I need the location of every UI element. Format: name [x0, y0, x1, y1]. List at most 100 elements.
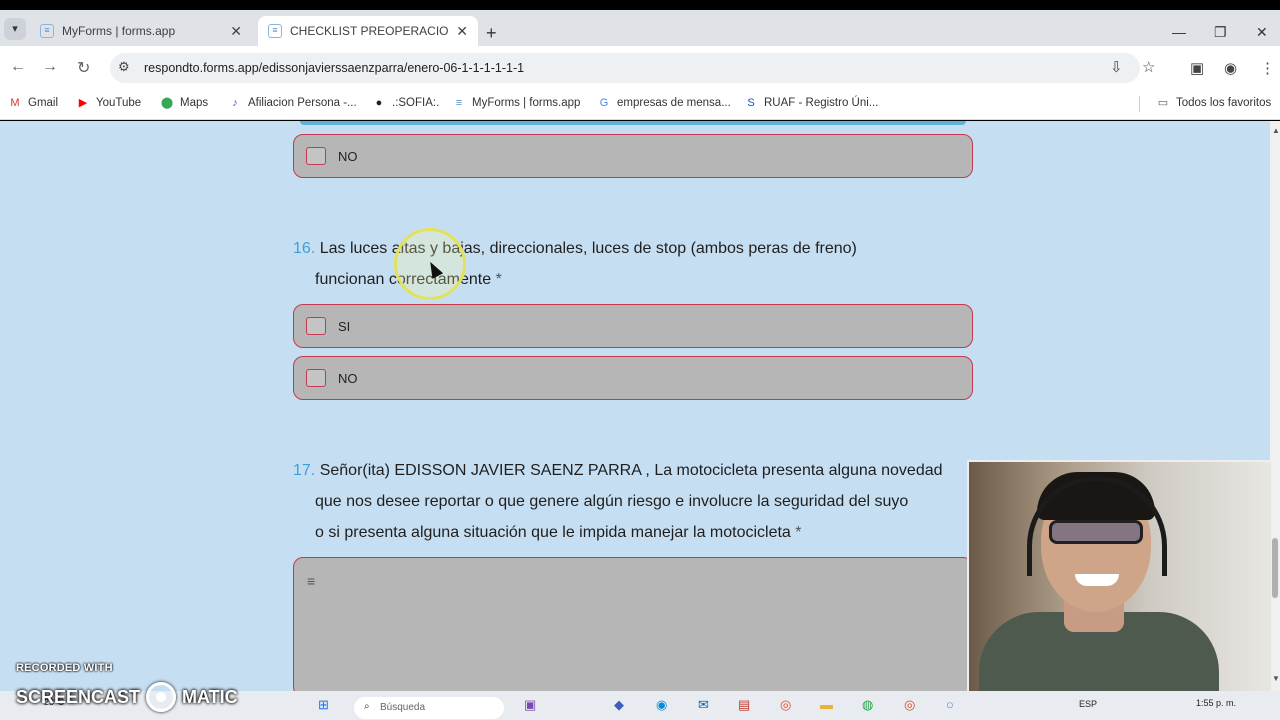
watermark-right-text: MATIC: [182, 686, 238, 707]
taskbar-search-label: Búsqueda: [380, 702, 426, 713]
tab-myforms[interactable]: ≡ MyForms | forms.app ✕: [30, 16, 252, 46]
new-tab-plus-icon[interactable]: +: [486, 23, 497, 44]
app-icon[interactable]: ▤: [738, 697, 750, 713]
tab-search-dropdown-icon[interactable]: ▾: [4, 18, 26, 40]
close-icon[interactable]: ✕: [456, 23, 468, 40]
youtube-icon: ▶: [78, 97, 88, 109]
bookmarks-divider: [1139, 96, 1140, 112]
browser-toolbar: ← → ↻ ⚙ respondto.forms.app/edissonjavie…: [0, 46, 1280, 90]
bookmark-label: MyForms | forms.app: [472, 97, 581, 109]
checkbox[interactable]: [306, 369, 326, 387]
folder-icon[interactable]: ▬: [820, 697, 833, 712]
scroll-up-arrow-icon[interactable]: ▲: [1272, 126, 1280, 135]
text-lines-icon: ≡: [307, 573, 316, 589]
bookmark-gmail[interactable]: M Gmail: [8, 97, 58, 109]
bookmark-label: Gmail: [28, 97, 59, 109]
question-text-line: o si presenta alguna situación que le im…: [315, 524, 791, 541]
forms-icon: ≡: [455, 97, 463, 109]
screen-top-strip: [0, 0, 1280, 10]
taskbar-search[interactable]: Búsqueda: [354, 697, 504, 719]
bookmark-label: Afiliacion Persona -...: [248, 97, 357, 109]
bookmark-myforms[interactable]: ≡ MyForms | forms.app: [452, 97, 581, 109]
checkbox[interactable]: [306, 147, 326, 165]
question-number: 17.: [293, 462, 316, 479]
minimize-icon[interactable]: —: [1172, 24, 1186, 40]
previous-option-edge: [300, 121, 966, 125]
language-indicator[interactable]: ESP: [1079, 699, 1097, 709]
bookmark-icon: ♪: [232, 97, 238, 109]
tab-title: MyForms | forms.app: [62, 24, 176, 38]
bookmark-all-favorites[interactable]: ▭ Todos los favoritos: [1156, 97, 1271, 109]
option-label: SI: [338, 319, 351, 334]
forms-app-icon: ≡: [40, 24, 54, 38]
install-icon[interactable]: ⇩: [1110, 58, 1123, 76]
maps-icon: ⬤: [160, 97, 174, 109]
profile-avatar-icon[interactable]: ◉: [1224, 59, 1237, 77]
scrollbar-thumb[interactable]: [1272, 538, 1278, 598]
option-label: NO: [338, 371, 358, 386]
sofia-icon: ●: [375, 97, 383, 109]
scroll-down-arrow-icon[interactable]: ▼: [1272, 674, 1280, 683]
back-arrow-icon[interactable]: ←: [10, 58, 26, 76]
window-close-icon[interactable]: ✕: [1256, 24, 1268, 41]
option-no[interactable]: NO: [293, 356, 973, 400]
search-icon: ⌕: [364, 701, 370, 712]
option-si[interactable]: SI: [293, 304, 973, 348]
star-bookmark-icon[interactable]: ☆: [1142, 58, 1155, 76]
watermark-left-text: SCREENCAST: [16, 686, 141, 707]
bookmark-ruaf[interactable]: S RUAF - Registro Úni...: [744, 97, 878, 109]
close-icon[interactable]: ✕: [230, 23, 242, 40]
side-panel-icon[interactable]: ▣: [1190, 59, 1204, 77]
question-16: 16. Las luces altas y bajas, direccional…: [293, 233, 857, 295]
app-icon[interactable]: ▣: [524, 697, 536, 713]
required-mark: *: [795, 524, 802, 541]
watermark-recorded-with: RECORDED WITH: [16, 662, 113, 674]
bookmark-empresas[interactable]: G empresas de mensa...: [597, 97, 731, 109]
answer-textarea[interactable]: ≡: [293, 557, 973, 691]
url-text: respondto.forms.app/edissonjavierssaenzp…: [144, 61, 525, 75]
forward-arrow-icon[interactable]: →: [42, 58, 58, 76]
clock-time[interactable]: 1:55 p. m.: [1196, 698, 1236, 708]
bookmark-label: Maps: [180, 97, 209, 109]
bookmark-label: empresas de mensa...: [617, 97, 731, 109]
ruaf-icon: S: [747, 97, 755, 109]
tab-checklist[interactable]: ≡ CHECKLIST PREOPERACIONAL ✕: [258, 16, 478, 46]
required-mark: *: [495, 271, 502, 288]
tab-title: CHECKLIST PREOPERACIONAL: [290, 24, 449, 38]
checkbox[interactable]: [306, 317, 326, 335]
whatsapp-icon[interactable]: ◍: [862, 697, 873, 713]
bookmark-label: RUAF - Registro Úni...: [764, 97, 879, 109]
app-icon[interactable]: ◆: [614, 697, 624, 713]
restore-icon[interactable]: ❐: [1214, 24, 1227, 41]
edge-icon[interactable]: ◉: [656, 697, 667, 713]
bookmarks-bar: M Gmail ▶ YouTube ⬤ Maps ♪ Afiliacion Pe…: [0, 90, 1280, 120]
google-icon: G: [599, 97, 609, 109]
screencast-logo-icon: [146, 682, 177, 712]
question-number: 16.: [293, 240, 316, 257]
webcam-person-smile: [1075, 574, 1119, 586]
screencast-o-matic-watermark: SCREENCAST MATIC: [16, 682, 238, 712]
question-text-line: Señor(ita) EDISSON JAVIER SAENZ PARRA , …: [319, 462, 943, 479]
chrome-icon[interactable]: ◎: [904, 697, 915, 713]
site-info-icon[interactable]: ⚙: [118, 59, 130, 75]
option-previous-no[interactable]: NO: [293, 134, 973, 178]
windows-start-icon[interactable]: ⊞: [318, 697, 329, 713]
app-icon[interactable]: ○: [946, 697, 954, 712]
address-bar[interactable]: ⚙ respondto.forms.app/edissonjavierssaen…: [110, 53, 1155, 83]
menu-kebab-icon[interactable]: ⋮: [1260, 59, 1275, 77]
mail-icon[interactable]: ✉: [698, 697, 709, 713]
page-scrollbar[interactable]: [1270, 121, 1280, 691]
forms-app-icon: ≡: [268, 24, 282, 38]
bookmark-maps[interactable]: ⬤ Maps: [160, 97, 208, 109]
bookmark-youtube[interactable]: ▶ YouTube: [76, 97, 141, 109]
bookmark-sofia[interactable]: ● .:SOFIA:.: [372, 97, 440, 109]
chrome-icon[interactable]: ◎: [780, 697, 791, 713]
tab-bar: ▾ ≡ MyForms | forms.app ✕ ≡ CHECKLIST PR…: [0, 10, 1280, 46]
folder-icon: ▭: [1157, 97, 1169, 109]
reload-icon[interactable]: ↻: [77, 58, 90, 78]
webcam-overlay: [967, 460, 1271, 692]
question-17: 17. Señor(ita) EDISSON JAVIER SAENZ PARR…: [293, 455, 943, 548]
bookmark-label: .:SOFIA:.: [392, 97, 440, 109]
bookmark-label: Todos los favoritos: [1176, 97, 1272, 109]
bookmark-afiliacion[interactable]: ♪ Afiliacion Persona -...: [228, 97, 357, 109]
